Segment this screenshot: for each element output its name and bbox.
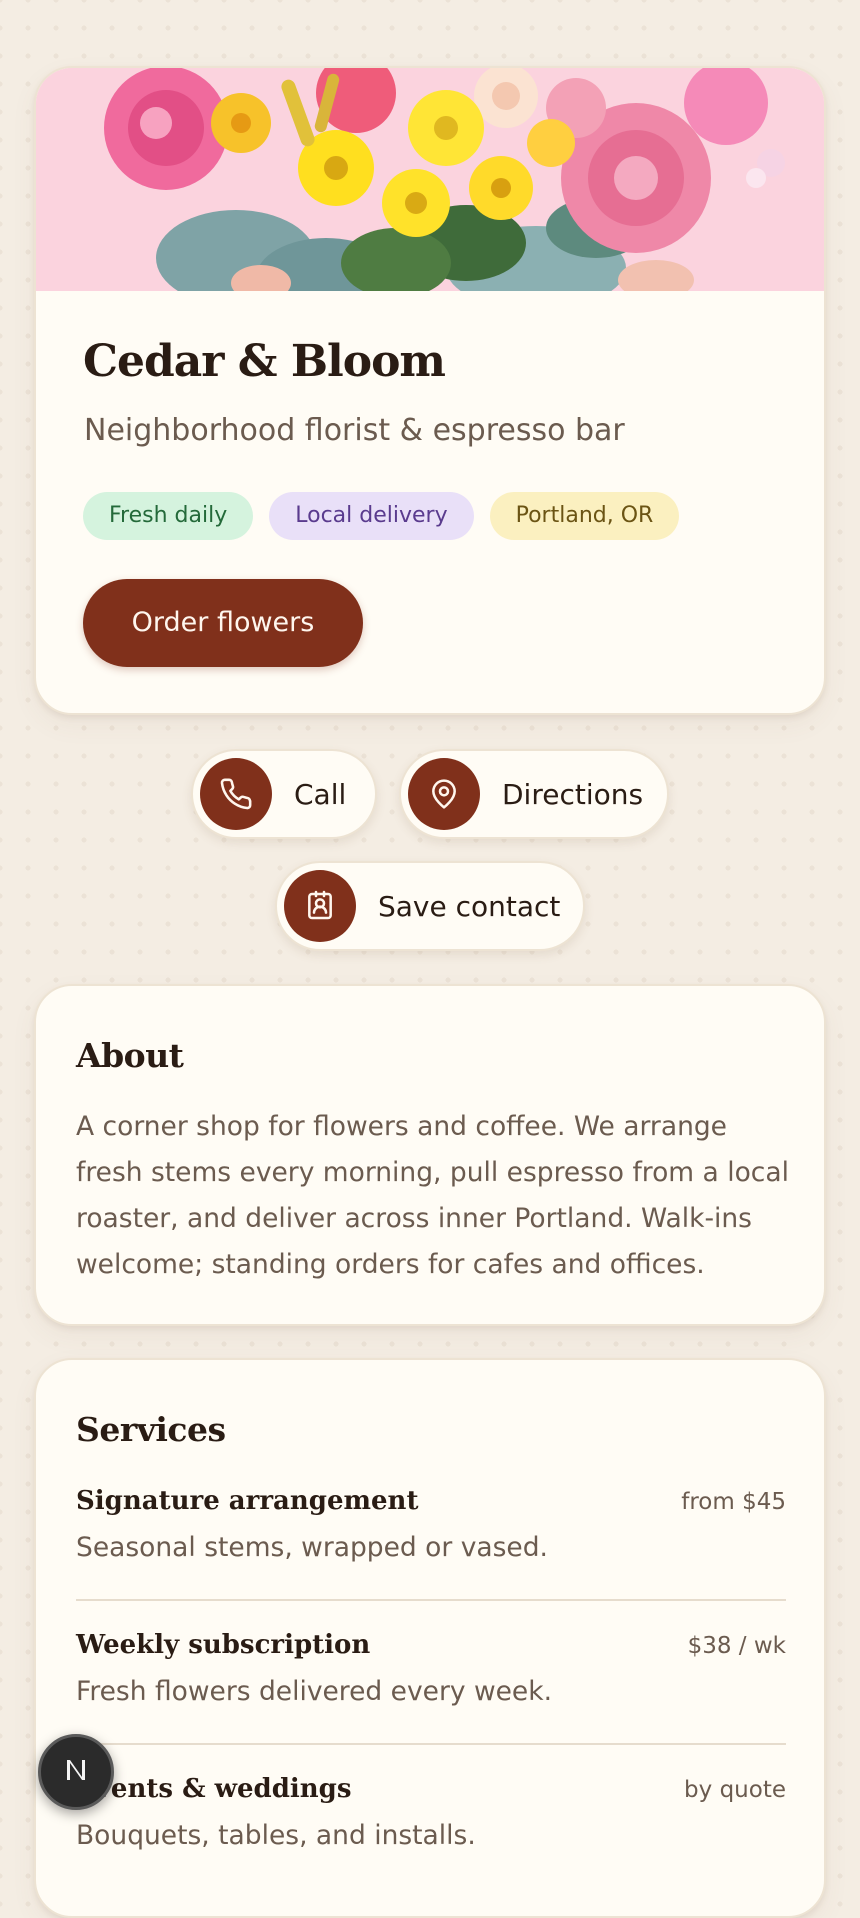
order-flowers-button[interactable]: Order flowers <box>83 579 363 667</box>
n-floating-button[interactable] <box>38 1734 114 1810</box>
call-label: Call <box>294 777 347 811</box>
map-pin-icon <box>408 758 480 830</box>
hero-flower-image <box>36 68 824 291</box>
service-price: $38 / wk <box>687 1633 786 1659</box>
chip-local-delivery: Local delivery <box>269 492 474 540</box>
about-title: About <box>76 1036 184 1075</box>
tag-chips: Fresh daily Local delivery Portland, OR <box>83 492 680 540</box>
service-name: Events & weddings <box>76 1774 352 1804</box>
service-description: Bouquets, tables, and installs. <box>76 1820 476 1851</box>
service-name: Weekly subscription <box>76 1630 371 1660</box>
service-divider <box>76 1599 786 1601</box>
chip-fresh-daily: Fresh daily <box>83 492 254 540</box>
services-card: Services Signature arrangement from $45 … <box>34 1358 826 1918</box>
business-name: Cedar & Bloom <box>83 336 446 387</box>
call-button[interactable]: Call <box>191 749 377 839</box>
business-card: Cedar & Bloom Neighborhood florist & esp… <box>34 66 826 715</box>
save-contact-button[interactable]: Save contact <box>275 861 585 951</box>
service-description: Seasonal stems, wrapped or vased. <box>76 1532 548 1563</box>
services-title: Services <box>76 1410 226 1449</box>
n-logo-icon <box>59 1753 93 1791</box>
service-divider <box>76 1743 786 1745</box>
directions-label: Directions <box>502 777 644 811</box>
service-price: by quote <box>684 1777 786 1803</box>
service-name: Signature arrangement <box>76 1486 419 1516</box>
chip-location: Portland, OR <box>489 492 680 540</box>
save-contact-label: Save contact <box>378 889 561 923</box>
service-description: Fresh flowers delivered every week. <box>76 1676 553 1707</box>
directions-button[interactable]: Directions <box>399 749 669 839</box>
contact-card-icon <box>284 870 356 942</box>
about-card: About A corner shop for flowers and coff… <box>34 984 826 1326</box>
business-tagline: Neighborhood florist & espresso bar <box>84 413 625 448</box>
phone-icon <box>200 758 272 830</box>
flower-bouquet-illustration <box>36 68 824 291</box>
about-text: A corner shop for flowers and coffee. We… <box>76 1111 789 1280</box>
service-price: from $45 <box>681 1489 786 1515</box>
